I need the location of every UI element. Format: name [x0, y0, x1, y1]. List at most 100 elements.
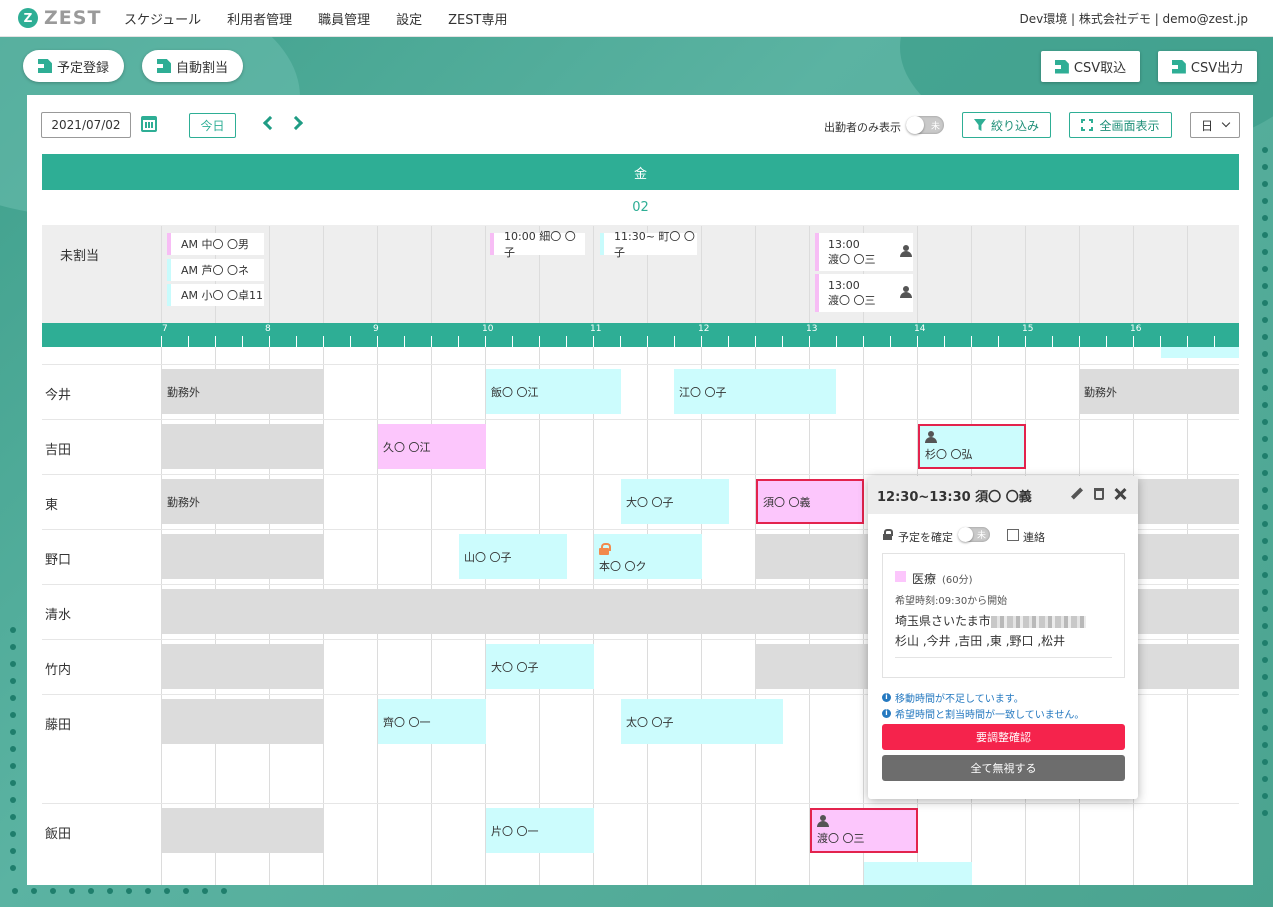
off-duty-block[interactable]: 勤務外 [162, 479, 324, 524]
schedule-block[interactable]: 江〇 〇子 [674, 369, 836, 414]
row-divider [42, 364, 1239, 365]
csv-import-button[interactable]: CSV取込 [1041, 51, 1140, 82]
calendar-icon[interactable] [141, 116, 157, 132]
unassigned-task[interactable]: AM 中〇 〇男 [167, 233, 264, 255]
schedule-block-flagged[interactable]: 渡〇 〇三 [810, 808, 918, 853]
nav-settings[interactable]: 設定 [396, 9, 422, 28]
person-icon [900, 245, 912, 257]
staff-name[interactable]: 吉田 [45, 439, 71, 458]
date-input[interactable]: 2021/07/02 [41, 112, 131, 138]
staff-name[interactable]: 藤田 [45, 714, 71, 733]
lock-icon [599, 543, 611, 555]
main-nav: スケジュール 利用者管理 職員管理 設定 ZEST専用 [124, 9, 533, 28]
edit-icon[interactable] [1072, 488, 1084, 500]
logo-text: ZEST [44, 7, 102, 29]
staff-name[interactable]: 今井 [45, 384, 71, 403]
logo[interactable]: Z ZEST [18, 7, 124, 29]
register-label: 予定登録 [56, 60, 109, 76]
time-ruler-ticks [161, 336, 1239, 347]
unassigned-task[interactable]: AM 小〇 〇卓11 [167, 284, 264, 306]
schedule-block[interactable]: 齊〇 〇一 [378, 699, 486, 744]
nav-zest-only[interactable]: ZEST専用 [448, 9, 507, 28]
contact-label: 連絡 [1023, 531, 1045, 544]
schedule-block-partial[interactable] [1161, 347, 1239, 358]
warning-time-mismatch: i 希望時間と割当時間が一致していません。 [882, 706, 1084, 721]
popover-header: 12:30~13:30 須〇 〇義 [868, 476, 1138, 514]
block-label: 杉〇 〇弘 [925, 448, 973, 461]
off-duty-block[interactable]: 勤務外 [162, 369, 324, 414]
filter-icon [973, 119, 986, 131]
dot-pattern-right [1262, 147, 1268, 816]
person-icon [817, 815, 829, 827]
dot-pattern-left [10, 627, 16, 871]
date-header: 02 [42, 190, 1239, 226]
address-text: 埼玉県さいたま市 [895, 614, 991, 628]
confirm-toggle[interactable]: 未 [958, 527, 990, 542]
nav-staff[interactable]: 職員管理 [318, 9, 370, 28]
dot-pattern-bottom [12, 888, 227, 894]
info-icon: i [882, 709, 891, 718]
schedule-block-flagged[interactable]: 杉〇 〇弘 [918, 424, 1026, 469]
document-import-icon [37, 59, 52, 73]
schedule-block[interactable]: 飯〇 〇江 [486, 369, 621, 414]
register-schedule-button[interactable]: 予定登録 [23, 50, 124, 82]
attendance-only-toggle[interactable]: 未 [906, 116, 944, 134]
unassigned-task[interactable]: 13:00 渡〇 〇三 [815, 274, 913, 312]
schedule-block[interactable]: 太〇 〇子 [621, 699, 783, 744]
nav-users[interactable]: 利用者管理 [227, 9, 292, 28]
address: 埼玉県さいたま市 [895, 612, 1086, 629]
contact-checkbox[interactable] [1007, 529, 1019, 541]
ignore-all-button[interactable]: 全て無視する [882, 755, 1125, 781]
row-divider [42, 474, 1239, 475]
nav-schedule[interactable]: スケジュール [124, 9, 201, 28]
schedule-block[interactable]: 久〇 〇江 [378, 424, 486, 469]
today-button[interactable]: 今日 [189, 113, 236, 138]
schedule-block[interactable]: 大〇 〇子 [486, 644, 594, 689]
staff-name[interactable]: 野口 [45, 549, 71, 568]
off-duty-block[interactable]: 勤務外 [1079, 369, 1239, 414]
staff-name[interactable]: 飯田 [45, 823, 71, 842]
csv-import-label: CSV取込 [1073, 61, 1127, 76]
document-import-icon [1054, 59, 1069, 74]
staff-name[interactable]: 清水 [45, 604, 71, 623]
warning-text: 希望時間と割当時間が一致していません。 [895, 710, 1085, 721]
account-info[interactable]: Dev環境 | 株式会社デモ | demo@zest.jp [1019, 10, 1248, 27]
csv-export-button[interactable]: CSV出力 [1158, 51, 1257, 82]
auto-assign-button[interactable]: 自動割当 [142, 50, 243, 82]
unassigned-task[interactable]: AM 芦〇 〇ネ [167, 259, 264, 281]
schedule-block[interactable]: 大〇 〇子 [621, 479, 729, 524]
fullscreen-button[interactable]: 全画面表示 [1069, 112, 1172, 138]
fullscreen-label: 全画面表示 [1099, 118, 1160, 133]
unassigned-task[interactable]: 11:30~ 町〇 〇子 [600, 230, 697, 259]
toggle-knob [906, 116, 924, 134]
unassigned-label: 未割当 [60, 249, 100, 264]
close-icon[interactable] [1114, 488, 1126, 500]
redacted-address [990, 615, 1086, 628]
popover-actions [1072, 488, 1126, 500]
staff-name[interactable]: 竹内 [45, 659, 71, 678]
chevron-left-icon[interactable] [262, 115, 278, 131]
trash-icon[interactable] [1094, 488, 1104, 500]
fullscreen-icon [1081, 119, 1094, 131]
view-select[interactable]: 日 [1190, 112, 1240, 138]
logo-icon: Z [18, 8, 38, 28]
schedule-block-locked[interactable]: 本〇 〇ク [594, 534, 702, 579]
filter-button[interactable]: 絞り込み [962, 112, 1051, 138]
hour-label: 9 [373, 324, 379, 334]
app-header: Z ZEST スケジュール 利用者管理 職員管理 設定 ZEST専用 Dev環境… [0, 0, 1273, 37]
hour-label: 13 [806, 324, 818, 334]
unassigned-task[interactable]: 13:00 渡〇 〇三 [815, 233, 913, 271]
schedule-block-partial[interactable] [864, 862, 972, 885]
unassigned-task[interactable]: 10:00 細〇 〇子 [490, 230, 585, 259]
unavailable-block [162, 808, 324, 853]
schedule-block-selected[interactable]: 須〇 〇義 [756, 479, 864, 524]
hour-label: 8 [265, 324, 271, 334]
hour-label: 14 [914, 324, 926, 334]
warning-text: 移動時間が不足しています。 [895, 694, 1024, 705]
schedule-block[interactable]: 片〇 〇一 [486, 808, 594, 853]
chevron-right-icon[interactable] [288, 115, 304, 131]
adjust-confirm-button[interactable]: 要調整確認 [882, 724, 1125, 750]
staff-name[interactable]: 東 [45, 494, 58, 513]
schedule-block[interactable]: 山〇 〇子 [459, 534, 567, 579]
block-label: 本〇 〇ク [599, 560, 647, 573]
